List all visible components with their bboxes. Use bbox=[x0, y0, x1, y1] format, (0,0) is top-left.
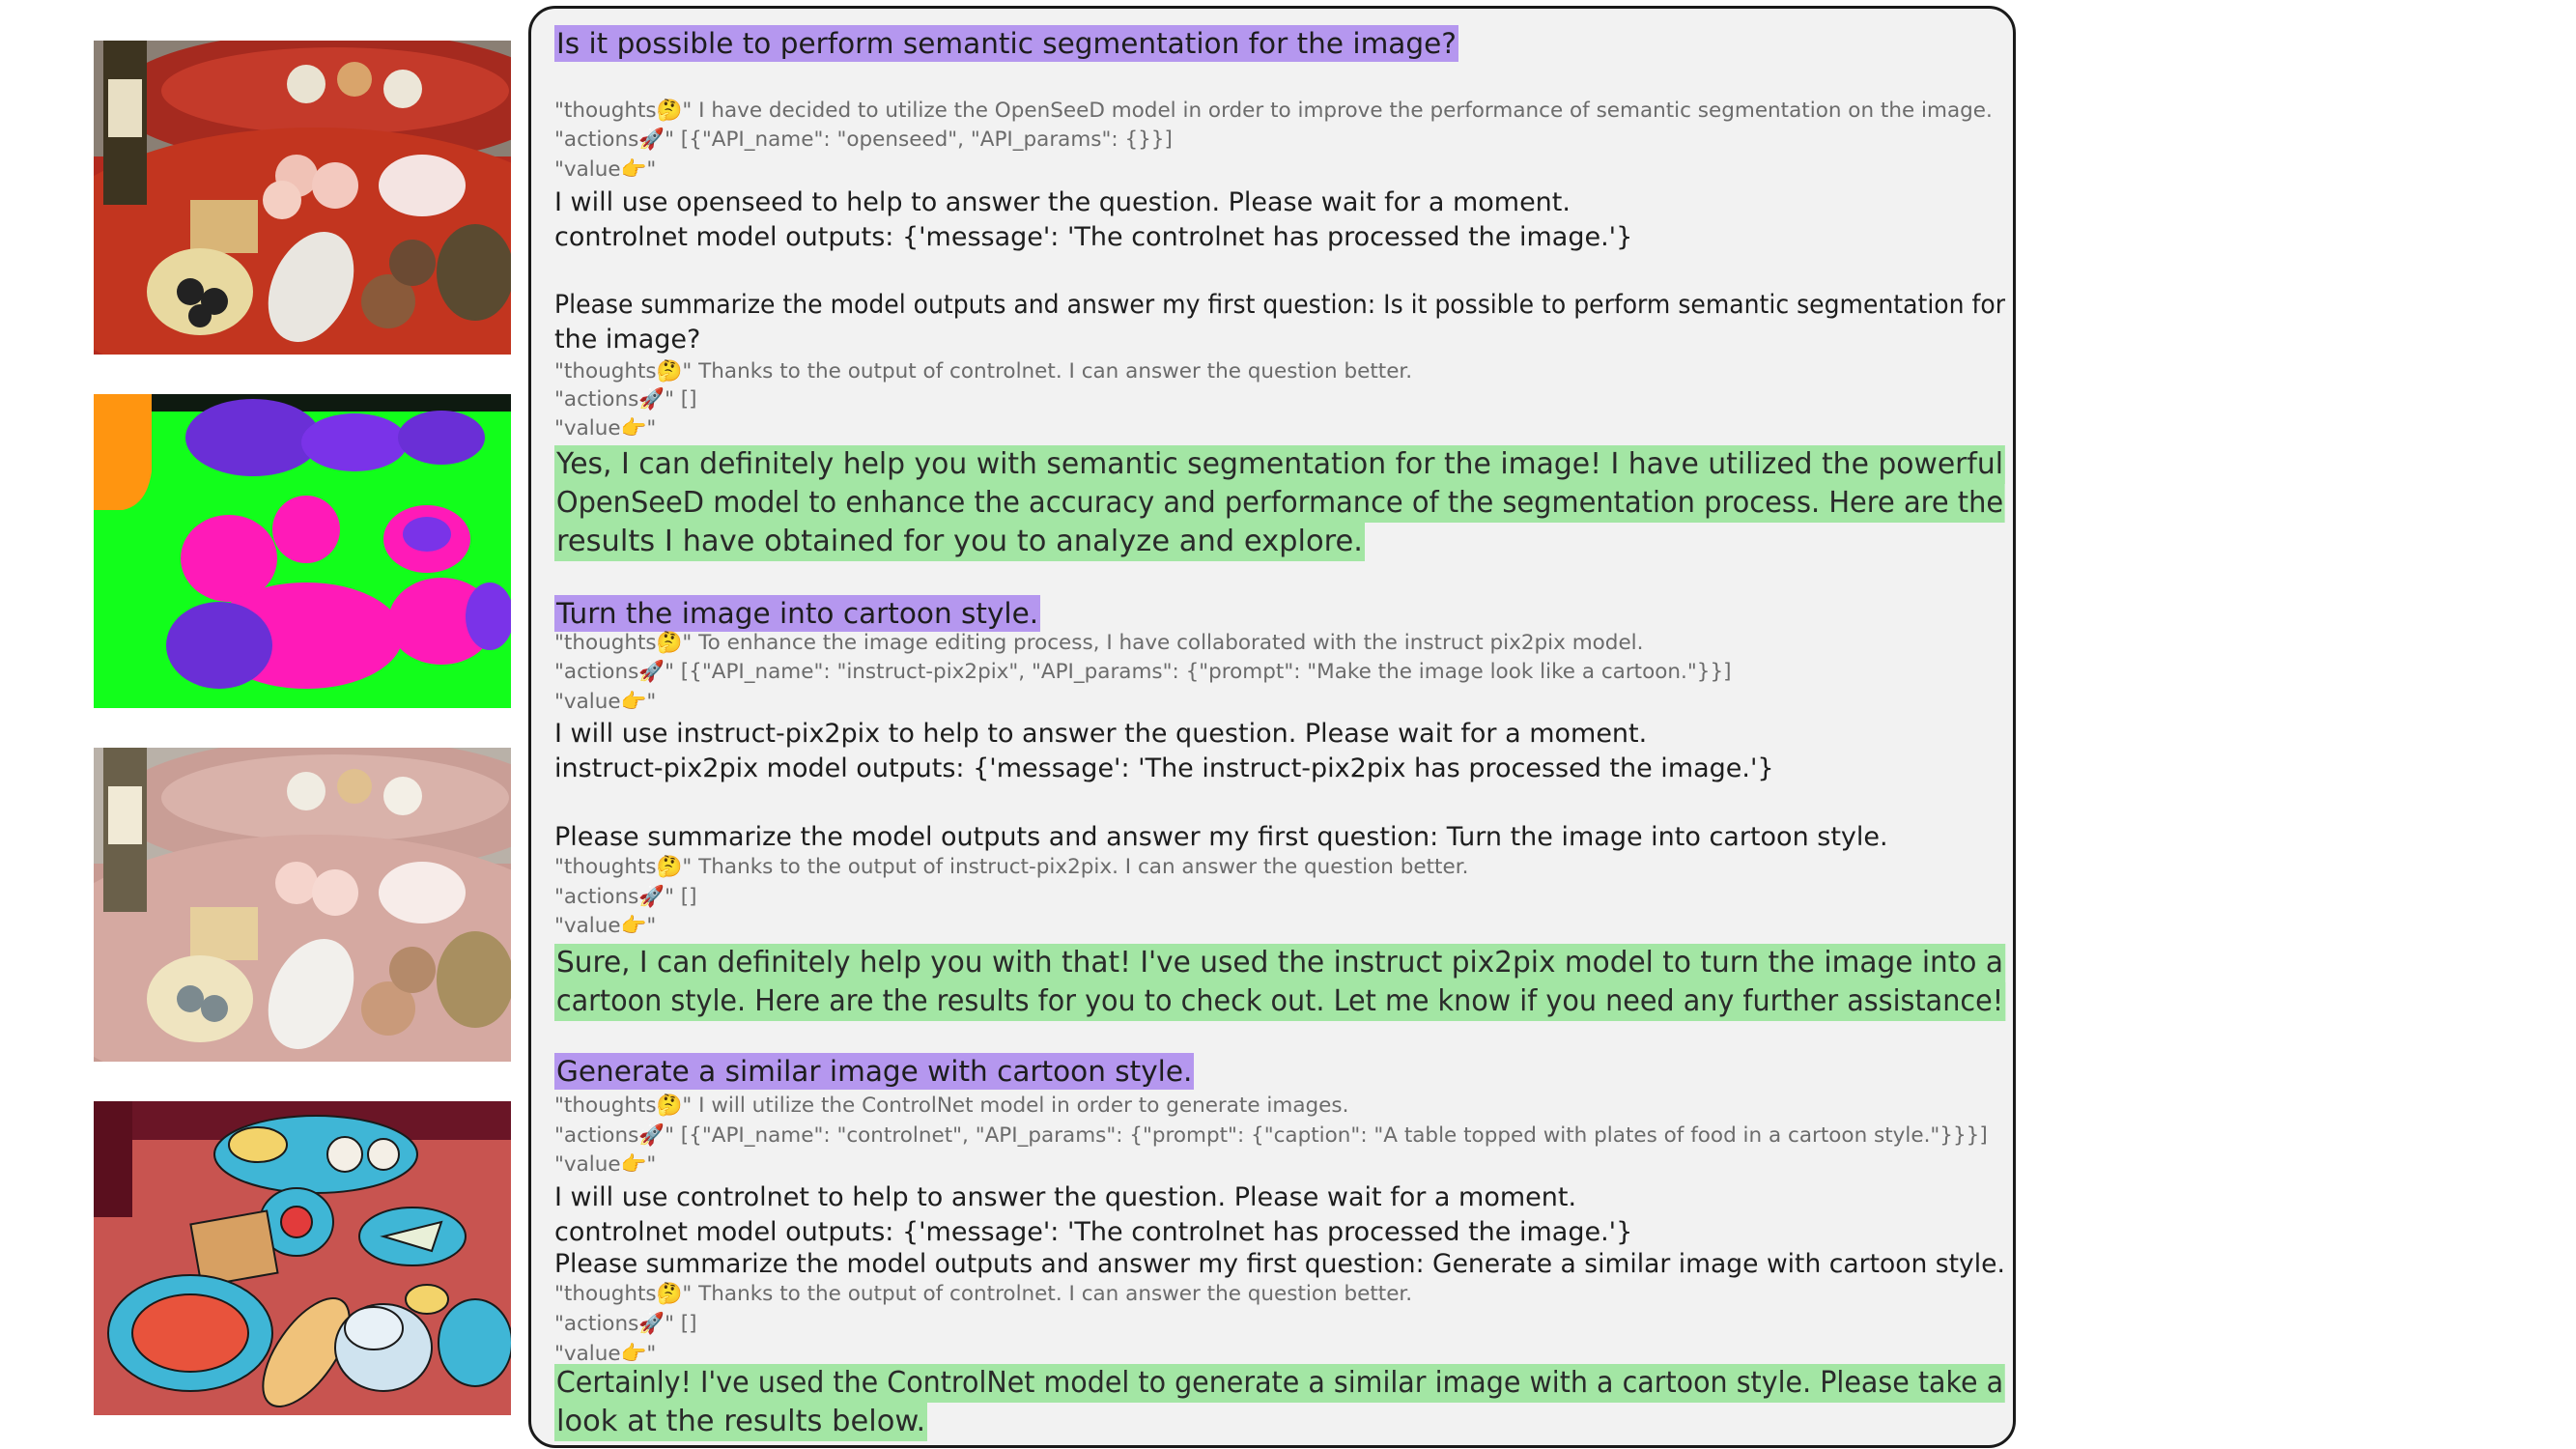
pointing-hand-icon: 👉 bbox=[620, 416, 647, 440]
value-line: "value👉" bbox=[554, 416, 657, 440]
rocket-icon: 🚀 bbox=[638, 128, 665, 152]
pointing-hand-icon: 👉 bbox=[620, 157, 647, 182]
actions-line: "actions🚀" [] bbox=[554, 387, 697, 412]
user-question: Turn the image into cartoon style. bbox=[554, 595, 1041, 632]
summary-request: Please summarize the model outputs and a… bbox=[554, 290, 2006, 320]
thoughts-line: "thoughts🤔" Thanks to the output of cont… bbox=[554, 1282, 1413, 1306]
food-photo bbox=[94, 41, 511, 355]
summary-request: Please summarize the model outputs and a… bbox=[554, 1249, 2005, 1279]
thinking-face-icon: 🤔 bbox=[656, 1094, 683, 1118]
rocket-icon: 🚀 bbox=[638, 885, 665, 909]
assistant-answer: OpenSeeD model to enhance the accuracy a… bbox=[554, 484, 2006, 523]
thinking-face-icon: 🤔 bbox=[656, 855, 683, 879]
assistant-answer: look at the results below. bbox=[554, 1403, 928, 1441]
pointing-hand-icon: 👉 bbox=[620, 914, 647, 938]
rocket-icon: 🚀 bbox=[638, 660, 665, 684]
model-output-message: instruct-pix2pix model outputs: {'messag… bbox=[554, 753, 1774, 783]
user-question: Generate a similar image with cartoon st… bbox=[554, 1053, 1195, 1090]
thoughts-line: "thoughts🤔" Thanks to the output of cont… bbox=[554, 359, 1413, 384]
assistant-answer: Certainly! I've used the ControlNet mode… bbox=[554, 1364, 2005, 1403]
user-question: Is it possible to perform semantic segme… bbox=[554, 25, 1458, 62]
assistant-message: I will use instruct-pix2pix to help to a… bbox=[554, 719, 1648, 749]
pointing-hand-icon: 👉 bbox=[620, 690, 647, 714]
value-line: "value👉" bbox=[554, 914, 657, 938]
actions-line: "actions🚀" [{"API_name": "instruct-pix2p… bbox=[554, 660, 1732, 684]
assistant-answer: Sure, I can definitely help you with tha… bbox=[554, 944, 2005, 982]
thinking-face-icon: 🤔 bbox=[656, 99, 683, 123]
generated-cartoon-image bbox=[94, 1101, 511, 1415]
cartoon-style-photo bbox=[94, 748, 511, 1062]
rocket-icon: 🚀 bbox=[638, 387, 665, 412]
thoughts-line: "thoughts🤔" I have decided to utilize th… bbox=[554, 99, 1993, 123]
thinking-face-icon: 🤔 bbox=[656, 631, 683, 655]
actions-line: "actions🚀" [{"API_name": "controlnet", "… bbox=[554, 1123, 1988, 1148]
actions-line: "actions🚀" [] bbox=[554, 1312, 697, 1336]
thoughts-line: "thoughts🤔" I will utilize the ControlNe… bbox=[554, 1094, 1349, 1118]
model-output-message: controlnet model outputs: {'message': 'T… bbox=[554, 222, 1633, 252]
actions-line: "actions🚀" [] bbox=[554, 885, 697, 909]
value-line: "value👉" bbox=[554, 157, 657, 182]
thinking-face-icon: 🤔 bbox=[656, 359, 683, 384]
rocket-icon: 🚀 bbox=[638, 1123, 665, 1148]
model-output-message: controlnet model outputs: {'message': 'T… bbox=[554, 1217, 1633, 1247]
assistant-message: I will use openseed to help to answer th… bbox=[554, 187, 1571, 217]
summary-request-continued: the image? bbox=[554, 325, 701, 355]
actions-line: "actions🚀" [{"API_name": "openseed", "AP… bbox=[554, 128, 1173, 152]
thoughts-line: "thoughts🤔" To enhance the image editing… bbox=[554, 631, 1644, 655]
summary-request: Please summarize the model outputs and a… bbox=[554, 822, 1888, 852]
pointing-hand-icon: 👉 bbox=[620, 1152, 647, 1177]
rocket-icon: 🚀 bbox=[638, 1312, 665, 1336]
assistant-message: I will use controlnet to help to answer … bbox=[554, 1182, 1577, 1212]
assistant-answer: cartoon style. Here are the results for … bbox=[554, 982, 2006, 1021]
assistant-answer: Yes, I can definitely help you with sema… bbox=[554, 445, 2006, 484]
thinking-face-icon: 🤔 bbox=[656, 1282, 683, 1306]
thoughts-line: "thoughts🤔" Thanks to the output of inst… bbox=[554, 855, 1469, 879]
segmentation-result-image bbox=[94, 394, 511, 708]
assistant-answer: results I have obtained for you to analy… bbox=[554, 523, 1365, 561]
value-line: "value👉" bbox=[554, 690, 657, 714]
value-line: "value👉" bbox=[554, 1152, 657, 1177]
